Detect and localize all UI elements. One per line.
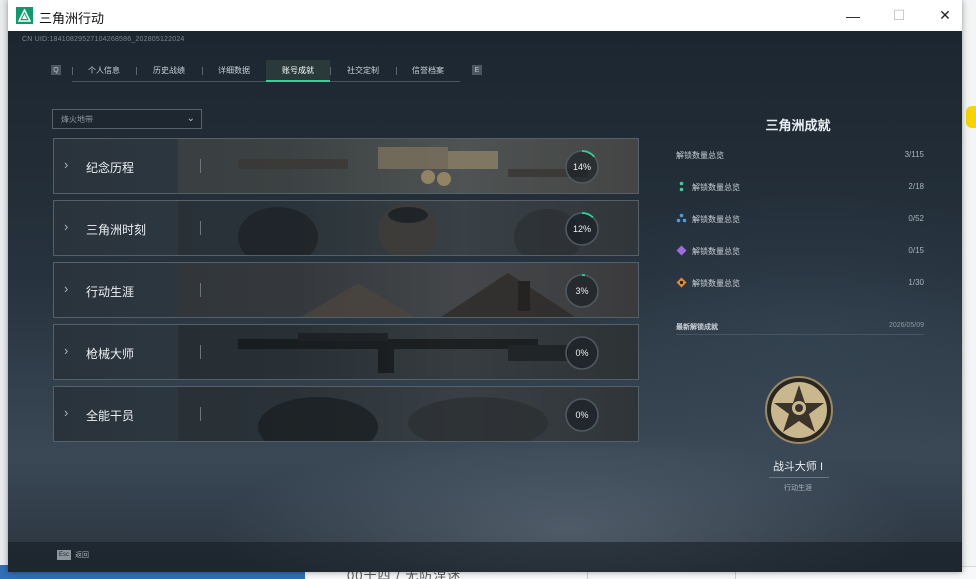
tab-detailed-data[interactable]: 详细数据 [202,60,266,82]
tab-personal-info[interactable]: 个人信息 [72,60,136,82]
chevron-right-icon: › [64,343,69,358]
main-content: CN UID:18410829527104268586_202805122024… [8,31,962,572]
desktop-yellow-tab [966,106,976,128]
category-name: 行动生涯 [86,285,135,299]
progress-percent: 3% [575,286,589,296]
stat-label: 解锁数量总览 [676,151,724,160]
badge-name: 战斗大师 I [772,461,824,473]
stat-value: 0/15 [908,246,924,255]
tab-match-history[interactable]: 历史战绩 [136,60,202,82]
close-button[interactable]: ✕ [922,0,962,31]
stat-value: 3/115 [904,150,924,159]
stat-label: 解锁数量总览 [692,183,740,192]
category-name: 全能干员 [86,409,135,423]
window-title: 三角洲行动 [39,11,105,26]
chevron-right-icon: › [64,405,69,420]
unlock-total-row: 解锁数量总览 3/115 [676,148,924,162]
recent-unlock-header: 最新解锁成就 2026/05/09 [676,321,924,335]
tab-social-customize[interactable]: 社交定制 [330,60,396,82]
category-row-weapon-master[interactable]: › 枪械大师 0% [53,324,639,380]
category-name: 三角洲时刻 [86,223,147,237]
achievement-badge-icon[interactable] [764,375,834,445]
badge-category: 行动生涯 [784,485,812,492]
chevron-right-icon: › [64,281,69,296]
chevron-right-icon: › [64,219,69,234]
green-tier-icon [679,181,684,192]
unlock-orange-row: 解锁数量总览 1/30 [676,276,924,290]
mode-filter-dropdown[interactable]: 烽火地带 ⌄ [52,109,202,129]
tab-achievements[interactable]: 账号成就 [266,60,330,82]
category-name: 纪念历程 [86,161,135,175]
user-uid: CN UID:18410829527104268586_202805122024 [22,36,185,43]
achievements-panel-title: 三角洲成就 [765,118,831,133]
progress-percent: 0% [575,348,589,358]
back-label[interactable]: 返回 [75,550,89,560]
category-row-operations-career[interactable]: › 行动生涯 3% [53,262,639,318]
stat-label: 解锁数量总览 [692,215,740,224]
category-row-all-round-operator[interactable]: › 全能干员 0% [53,386,639,442]
category-name: 枪械大师 [86,347,135,361]
tab-next-key[interactable]: E [472,65,482,75]
app-window: 三角洲行动 — ☐ ✕ CN UID:18410829527104268586_… [8,0,962,572]
unlock-purple-row: 解锁数量总览 0/15 [676,244,924,258]
progress-percent: 12% [572,224,591,234]
stat-label: 解锁数量总览 [692,279,740,288]
blue-tier-icon [676,213,687,223]
category-row-delta-moments[interactable]: › 三角洲时刻 12% [53,200,639,256]
dropdown-value: 烽火地带 [61,114,93,124]
title-bar[interactable]: 三角洲行动 — ☐ ✕ [8,0,962,31]
unlock-green-row: 解锁数量总览 2/18 [676,180,924,194]
chevron-right-icon: › [64,157,69,172]
app-logo-icon [16,7,33,24]
stat-value: 0/52 [908,214,924,223]
minimize-button[interactable]: — [830,0,876,31]
purple-tier-icon [676,245,687,256]
recent-unlock-label: 最新解锁成就 [676,324,718,331]
desktop-right-edge [962,0,976,579]
badge-divider [769,477,829,478]
progress-percent: 0% [575,410,589,420]
tab-prev-key[interactable]: Q [51,65,61,75]
stat-value: 2/18 [908,182,924,191]
recent-unlock-date: 2026/05/09 [888,322,924,329]
stat-label: 解锁数量总览 [692,247,740,256]
maximize-button[interactable]: ☐ [876,0,922,31]
progress-percent: 14% [572,162,591,172]
chevron-down-icon: ⌄ [186,113,195,124]
stat-value: 1/30 [908,278,924,287]
bottom-bar: Esc 返回 [8,542,962,572]
orange-tier-icon [676,277,687,288]
unlock-blue-row: 解锁数量总览 0/52 [676,212,924,226]
tab-reputation[interactable]: 信誉档案 [396,60,460,82]
category-row-memorial[interactable]: › 纪念历程 14% [53,138,639,194]
esc-key-hint[interactable]: Esc [57,550,71,560]
